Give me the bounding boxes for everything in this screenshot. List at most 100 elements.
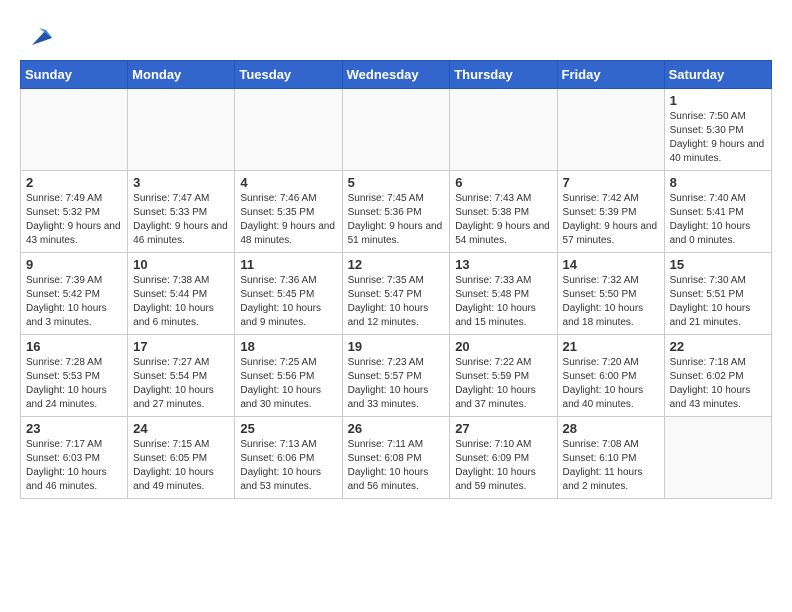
day-number: 8 <box>670 175 766 190</box>
day-number: 13 <box>455 257 551 272</box>
day-number: 6 <box>455 175 551 190</box>
day-info: Sunrise: 7:40 AM Sunset: 5:41 PM Dayligh… <box>670 192 766 248</box>
day-info: Sunrise: 7:17 AM Sunset: 6:03 PM Dayligh… <box>26 438 122 494</box>
day-number: 26 <box>348 421 445 436</box>
day-number: 20 <box>455 339 551 354</box>
calendar-cell: 13Sunrise: 7:33 AM Sunset: 5:48 PM Dayli… <box>450 253 557 335</box>
day-number: 24 <box>133 421 229 436</box>
day-info: Sunrise: 7:39 AM Sunset: 5:42 PM Dayligh… <box>26 274 122 330</box>
calendar-cell <box>21 89 128 171</box>
weekday-header: Saturday <box>664 61 771 89</box>
calendar-cell: 1 Sunrise: 7:50 AM Sunset: 5:30 PM Daylig… <box>664 89 771 171</box>
calendar-cell: 7 Sunrise: 7:42 AM Sunset: 5:39 PM Daylig… <box>557 171 664 253</box>
day-number: 23 <box>26 421 122 436</box>
day-info: Sunrise: 7:08 AM Sunset: 6:10 PM Dayligh… <box>563 438 659 494</box>
calendar-cell <box>664 417 771 499</box>
calendar-cell: 17 Sunrise: 7:27 AM Sunset: 5:54 PM Dayli… <box>128 335 235 417</box>
calendar-cell: 16Sunrise: 7:28 AM Sunset: 5:53 PM Dayli… <box>21 335 128 417</box>
calendar-week-row: 23 Sunrise: 7:17 AM Sunset: 6:03 PM Dayli… <box>21 417 772 499</box>
day-info: Sunrise: 7:47 AM Sunset: 5:33 PM Dayligh… <box>133 192 229 248</box>
calendar-cell: 4 Sunrise: 7:46 AM Sunset: 5:35 PM Daylig… <box>235 171 342 253</box>
day-number: 7 <box>563 175 659 190</box>
logo-icon <box>24 20 54 50</box>
calendar: SundayMondayTuesdayWednesdayThursdayFrid… <box>20 60 772 499</box>
day-info: Sunrise: 7:42 AM Sunset: 5:39 PM Dayligh… <box>563 192 659 248</box>
day-number: 5 <box>348 175 445 190</box>
weekday-header: Thursday <box>450 61 557 89</box>
day-info: Sunrise: 7:20 AM Sunset: 6:00 PM Dayligh… <box>563 356 659 412</box>
day-number: 18 <box>240 339 336 354</box>
day-info: Sunrise: 7:13 AM Sunset: 6:06 PM Dayligh… <box>240 438 336 494</box>
day-info: Sunrise: 7:22 AM Sunset: 5:59 PM Dayligh… <box>455 356 551 412</box>
calendar-cell: 8 Sunrise: 7:40 AM Sunset: 5:41 PM Daylig… <box>664 171 771 253</box>
calendar-cell: 5 Sunrise: 7:45 AM Sunset: 5:36 PM Daylig… <box>342 171 450 253</box>
day-number: 4 <box>240 175 336 190</box>
day-info: Sunrise: 7:45 AM Sunset: 5:36 PM Dayligh… <box>348 192 445 248</box>
calendar-cell: 22 Sunrise: 7:18 AM Sunset: 6:02 PM Dayli… <box>664 335 771 417</box>
calendar-cell: 21 Sunrise: 7:20 AM Sunset: 6:00 PM Dayli… <box>557 335 664 417</box>
day-number: 27 <box>455 421 551 436</box>
day-info: Sunrise: 7:25 AM Sunset: 5:56 PM Dayligh… <box>240 356 336 412</box>
calendar-cell <box>342 89 450 171</box>
day-info: Sunrise: 7:43 AM Sunset: 5:38 PM Dayligh… <box>455 192 551 248</box>
calendar-cell: 20 Sunrise: 7:22 AM Sunset: 5:59 PM Dayli… <box>450 335 557 417</box>
day-info: Sunrise: 7:38 AM Sunset: 5:44 PM Dayligh… <box>133 274 229 330</box>
calendar-cell <box>557 89 664 171</box>
calendar-cell: 19 Sunrise: 7:23 AM Sunset: 5:57 PM Dayli… <box>342 335 450 417</box>
day-number: 9 <box>26 257 122 272</box>
day-info: Sunrise: 7:10 AM Sunset: 6:09 PM Dayligh… <box>455 438 551 494</box>
day-info: Sunrise: 7:35 AM Sunset: 5:47 PM Dayligh… <box>348 274 445 330</box>
logo <box>20 20 54 50</box>
calendar-cell <box>450 89 557 171</box>
day-number: 17 <box>133 339 229 354</box>
day-info: Sunrise: 7:15 AM Sunset: 6:05 PM Dayligh… <box>133 438 229 494</box>
day-info: Sunrise: 7:28 AM Sunset: 5:53 PM Dayligh… <box>26 356 122 412</box>
calendar-cell: 10 Sunrise: 7:38 AM Sunset: 5:44 PM Dayli… <box>128 253 235 335</box>
weekday-header: Wednesday <box>342 61 450 89</box>
day-info: Sunrise: 7:11 AM Sunset: 6:08 PM Dayligh… <box>348 438 445 494</box>
day-number: 3 <box>133 175 229 190</box>
day-info: Sunrise: 7:18 AM Sunset: 6:02 PM Dayligh… <box>670 356 766 412</box>
calendar-cell: 12 Sunrise: 7:35 AM Sunset: 5:47 PM Dayli… <box>342 253 450 335</box>
calendar-cell <box>128 89 235 171</box>
weekday-header: Friday <box>557 61 664 89</box>
day-number: 10 <box>133 257 229 272</box>
day-number: 12 <box>348 257 445 272</box>
day-number: 1 <box>670 93 766 108</box>
day-info: Sunrise: 7:30 AM Sunset: 5:51 PM Dayligh… <box>670 274 766 330</box>
calendar-week-row: 16Sunrise: 7:28 AM Sunset: 5:53 PM Dayli… <box>21 335 772 417</box>
calendar-cell: 11 Sunrise: 7:36 AM Sunset: 5:45 PM Dayli… <box>235 253 342 335</box>
day-number: 14 <box>563 257 659 272</box>
calendar-cell: 15 Sunrise: 7:30 AM Sunset: 5:51 PM Dayli… <box>664 253 771 335</box>
calendar-cell: 14 Sunrise: 7:32 AM Sunset: 5:50 PM Dayli… <box>557 253 664 335</box>
weekday-header: Sunday <box>21 61 128 89</box>
calendar-week-row: 9 Sunrise: 7:39 AM Sunset: 5:42 PM Daylig… <box>21 253 772 335</box>
day-number: 15 <box>670 257 766 272</box>
calendar-cell: 28Sunrise: 7:08 AM Sunset: 6:10 PM Dayli… <box>557 417 664 499</box>
calendar-cell: 9 Sunrise: 7:39 AM Sunset: 5:42 PM Daylig… <box>21 253 128 335</box>
calendar-cell: 23 Sunrise: 7:17 AM Sunset: 6:03 PM Dayli… <box>21 417 128 499</box>
header <box>20 20 772 50</box>
day-number: 19 <box>348 339 445 354</box>
day-info: Sunrise: 7:27 AM Sunset: 5:54 PM Dayligh… <box>133 356 229 412</box>
day-number: 11 <box>240 257 336 272</box>
calendar-cell: 25 Sunrise: 7:13 AM Sunset: 6:06 PM Dayli… <box>235 417 342 499</box>
calendar-cell: 6 Sunrise: 7:43 AM Sunset: 5:38 PM Daylig… <box>450 171 557 253</box>
calendar-cell: 26 Sunrise: 7:11 AM Sunset: 6:08 PM Dayli… <box>342 417 450 499</box>
calendar-cell: 3 Sunrise: 7:47 AM Sunset: 5:33 PM Daylig… <box>128 171 235 253</box>
day-info: Sunrise: 7:36 AM Sunset: 5:45 PM Dayligh… <box>240 274 336 330</box>
calendar-cell: 2Sunrise: 7:49 AM Sunset: 5:32 PM Daylig… <box>21 171 128 253</box>
day-number: 22 <box>670 339 766 354</box>
calendar-cell <box>235 89 342 171</box>
calendar-cell: 18 Sunrise: 7:25 AM Sunset: 5:56 PM Dayli… <box>235 335 342 417</box>
day-number: 21 <box>563 339 659 354</box>
day-info: Sunrise: 7:32 AM Sunset: 5:50 PM Dayligh… <box>563 274 659 330</box>
day-info: Sunrise: 7:49 AM Sunset: 5:32 PM Dayligh… <box>26 192 122 248</box>
day-info: Sunrise: 7:46 AM Sunset: 5:35 PM Dayligh… <box>240 192 336 248</box>
day-info: Sunrise: 7:23 AM Sunset: 5:57 PM Dayligh… <box>348 356 445 412</box>
day-info: Sunrise: 7:50 AM Sunset: 5:30 PM Dayligh… <box>670 110 766 166</box>
calendar-week-row: 2Sunrise: 7:49 AM Sunset: 5:32 PM Daylig… <box>21 171 772 253</box>
calendar-week-row: 1 Sunrise: 7:50 AM Sunset: 5:30 PM Daylig… <box>21 89 772 171</box>
day-number: 25 <box>240 421 336 436</box>
weekday-header: Tuesday <box>235 61 342 89</box>
